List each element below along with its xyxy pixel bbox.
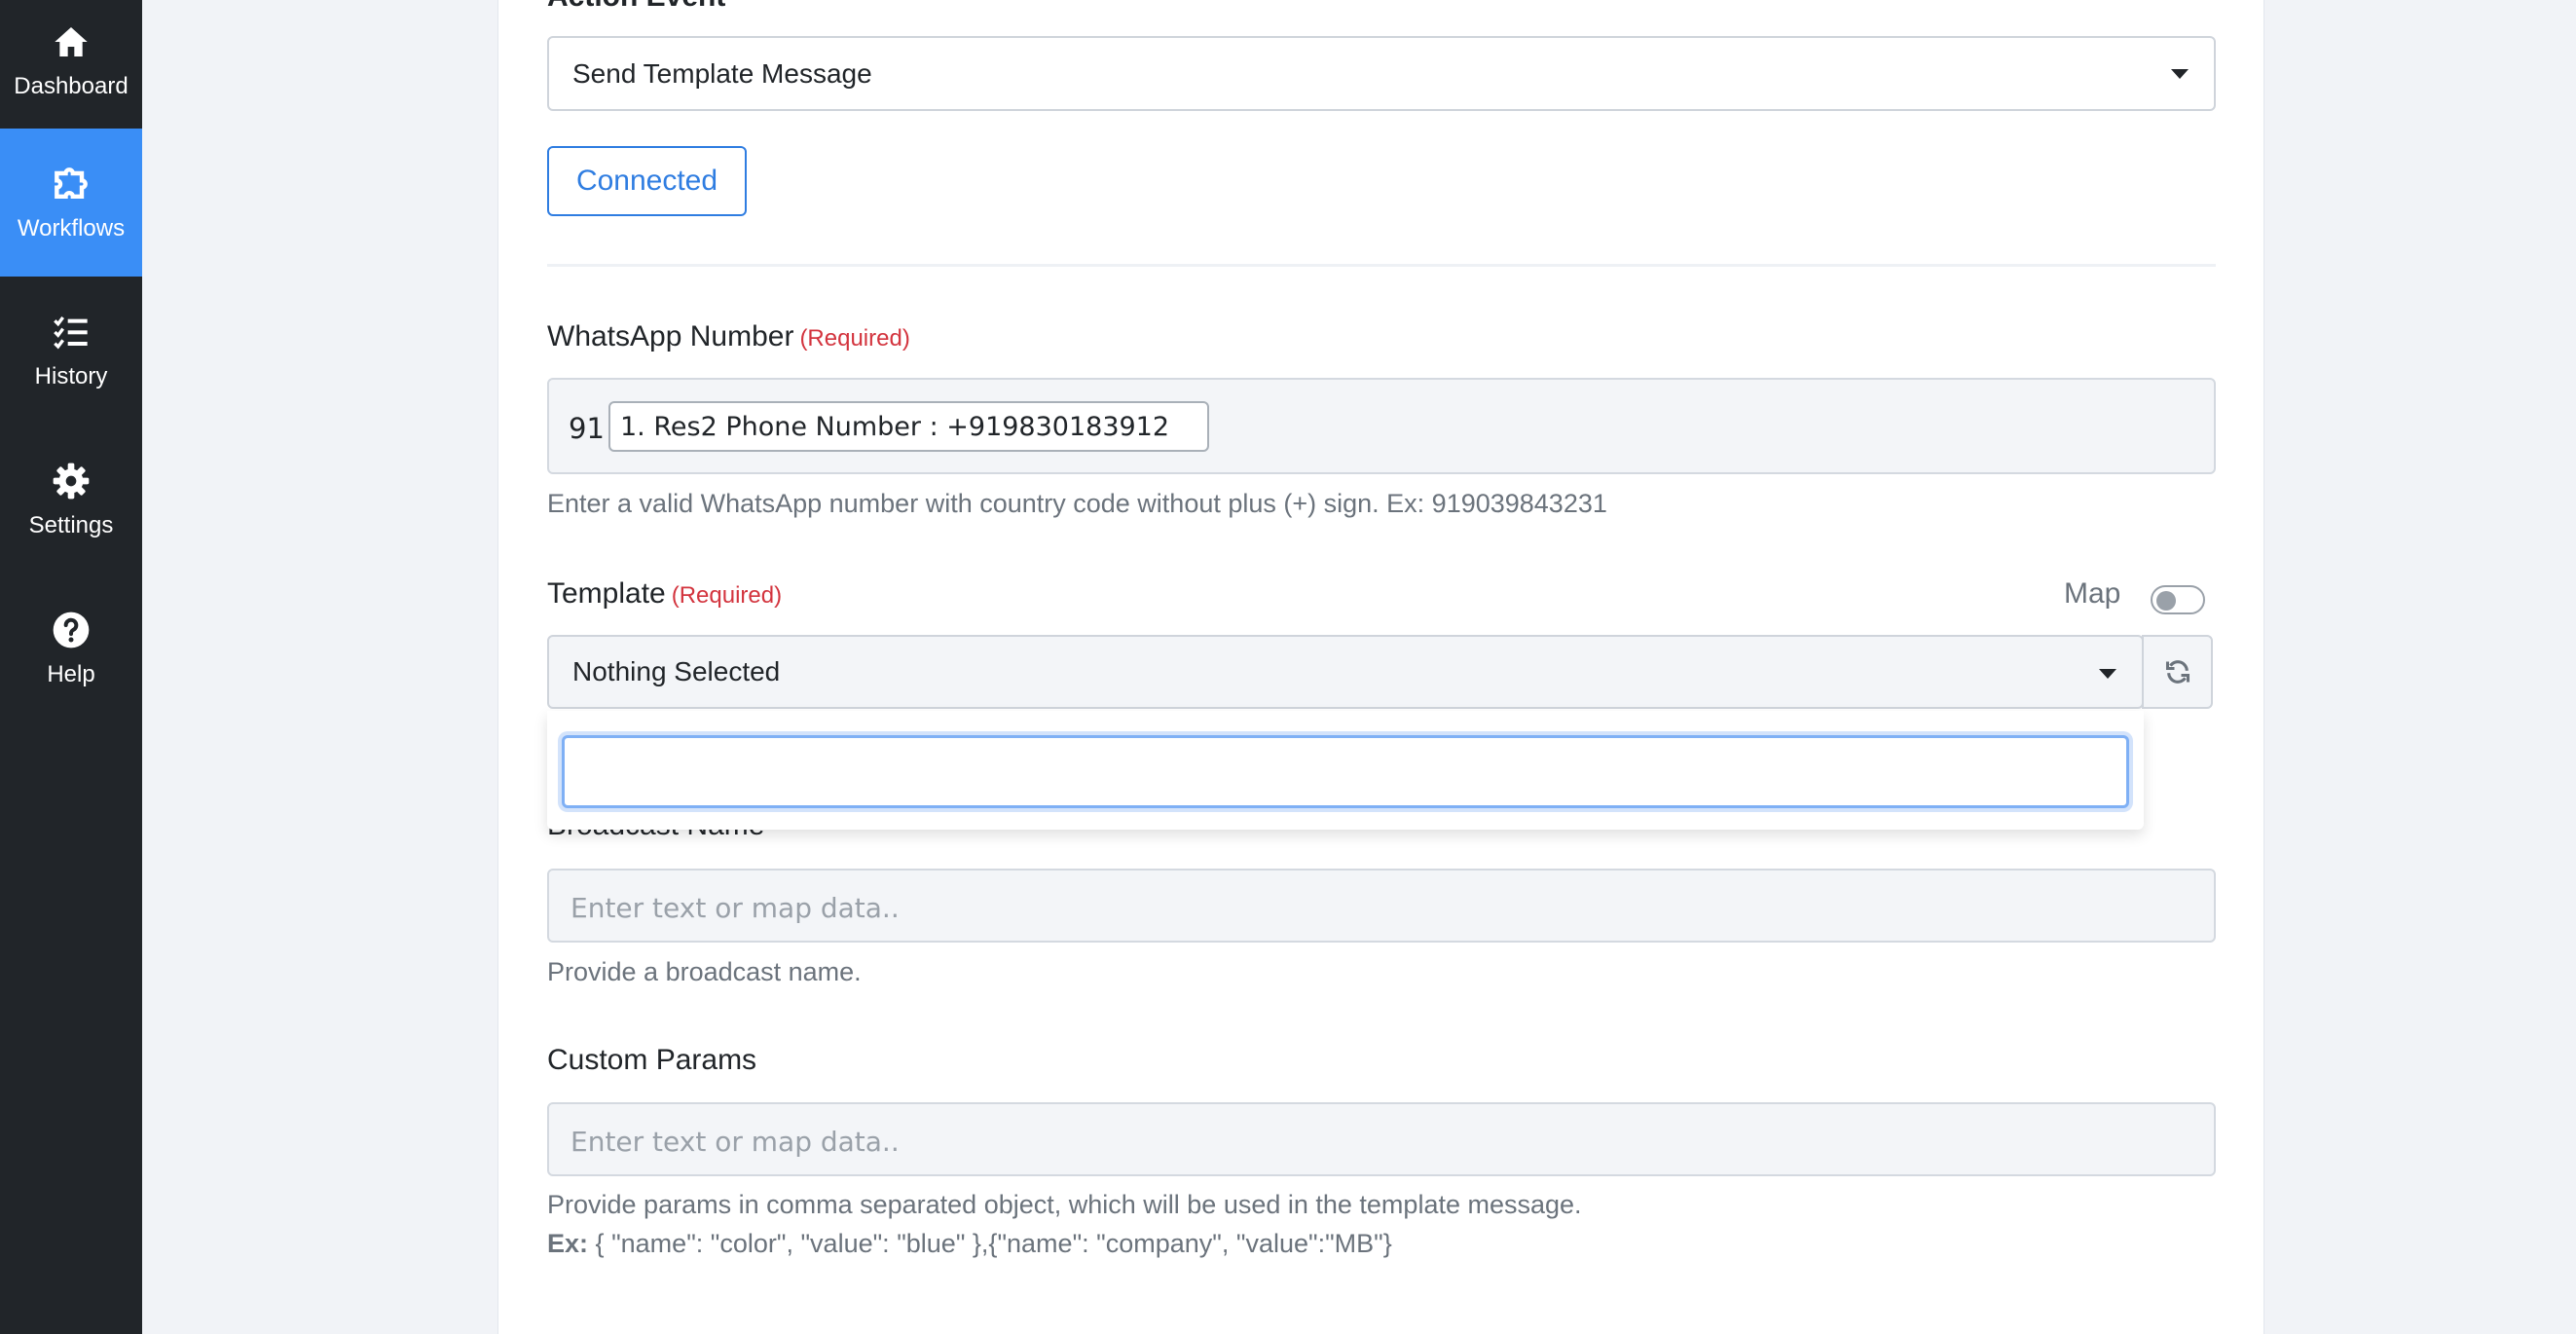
gear-icon bbox=[50, 460, 92, 502]
home-icon bbox=[50, 20, 92, 63]
required-badge: (Required) bbox=[799, 325, 910, 352]
example-prefix: Ex: bbox=[547, 1229, 589, 1258]
question-circle-icon bbox=[50, 609, 92, 651]
action-event-selected: Send Template Message bbox=[572, 57, 872, 89]
broadcast-name-help: Provide a broadcast name. bbox=[547, 957, 862, 986]
action-event-select[interactable]: Send Template Message bbox=[547, 36, 2216, 111]
sidebar-item-help[interactable]: Help bbox=[0, 574, 142, 723]
refresh-icon bbox=[2165, 660, 2190, 684]
whatsapp-number-label: WhatsApp Number bbox=[547, 320, 794, 352]
template-search-input[interactable] bbox=[562, 735, 2129, 808]
example-text: { "name": "color", "value": "blue" },{"n… bbox=[595, 1229, 1392, 1258]
sidebar-item-dashboard[interactable]: Dashboard bbox=[0, 0, 142, 134]
custom-params-example: Ex: { "name": "color", "value": "blue" }… bbox=[547, 1229, 1392, 1259]
chevron-down-icon bbox=[2171, 69, 2189, 79]
broadcast-name-placeholder: Enter text or map data.. bbox=[570, 892, 900, 924]
sidebar-item-label: History bbox=[34, 363, 108, 389]
connected-button[interactable]: Connected bbox=[547, 146, 747, 216]
chevron-down-icon bbox=[2099, 669, 2116, 679]
template-dropdown-menu bbox=[547, 711, 2144, 830]
whatsapp-number-heading: WhatsApp Number (Required) bbox=[547, 320, 910, 353]
country-prefix: 91 bbox=[569, 412, 605, 445]
sidebar-item-label: Workflows bbox=[17, 215, 126, 241]
template-heading: Template (Required) bbox=[547, 577, 782, 611]
broadcast-name-input[interactable]: Enter text or map data.. bbox=[547, 869, 2216, 943]
whatsapp-number-field[interactable]: 91 1. Res2 Phone Number : +919830183912 bbox=[547, 378, 2216, 474]
mapped-field-chip[interactable]: 1. Res2 Phone Number : +919830183912 bbox=[608, 401, 1209, 452]
checklist-icon bbox=[50, 311, 92, 353]
sidebar-item-settings[interactable]: Settings bbox=[0, 426, 142, 574]
custom-params-input[interactable]: Enter text or map data.. bbox=[547, 1102, 2216, 1176]
map-label: Map bbox=[2064, 577, 2121, 610]
custom-params-placeholder: Enter text or map data.. bbox=[570, 1126, 900, 1158]
template-select[interactable]: Nothing Selected bbox=[547, 635, 2144, 709]
sidebar-item-workflows[interactable]: Workflows bbox=[0, 129, 142, 277]
whatsapp-number-help: Enter a valid WhatsApp number with count… bbox=[547, 489, 1607, 518]
template-label: Template bbox=[547, 577, 666, 610]
sidebar-item-label: Settings bbox=[28, 512, 114, 538]
toggle-knob bbox=[2156, 591, 2176, 611]
required-badge: (Required) bbox=[671, 582, 783, 609]
refresh-button[interactable] bbox=[2142, 635, 2213, 709]
template-selected: Nothing Selected bbox=[572, 656, 781, 686]
divider bbox=[547, 264, 2216, 267]
sidebar-item-label: Help bbox=[47, 661, 95, 687]
action-event-label: Action Event bbox=[547, 0, 725, 14]
workflow-action-card: Action Event Send Template Message Conne… bbox=[497, 0, 2264, 1334]
map-toggle[interactable] bbox=[2151, 585, 2205, 614]
sidebar: Dashboard Workflows History Settings Hel… bbox=[0, 0, 142, 1334]
custom-params-help: Provide params in comma separated object… bbox=[547, 1190, 1582, 1219]
sidebar-item-history[interactable]: History bbox=[0, 277, 142, 425]
custom-params-label: Custom Params bbox=[547, 1044, 757, 1076]
sidebar-item-label: Dashboard bbox=[14, 73, 129, 99]
puzzle-icon bbox=[50, 163, 92, 205]
